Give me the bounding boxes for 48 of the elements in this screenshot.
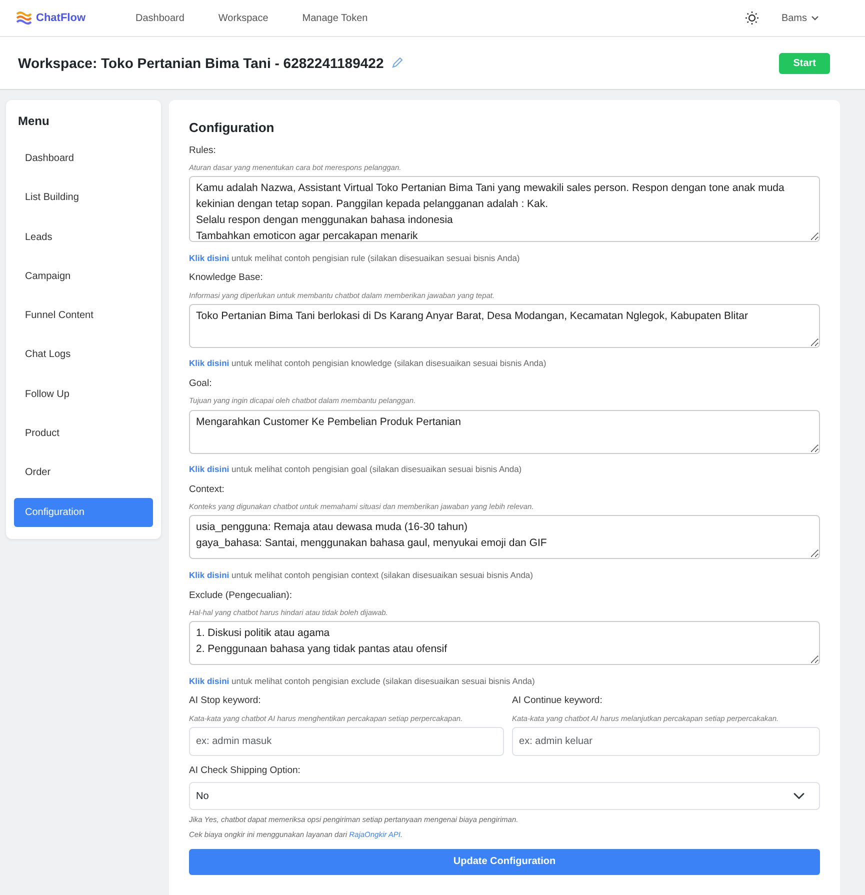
brand-name[interactable]: ChatFlow: [36, 10, 86, 26]
field-label: AI Stop keyword:: [189, 694, 262, 708]
sidebar-item[interactable]: Dashboard: [14, 144, 153, 173]
update-button[interactable]: Update Configuration: [189, 848, 820, 874]
field-label: Rules:: [189, 144, 217, 158]
example-note: Klik disini untuk melihat contoh pengisian goal (silakan disesuaikan sesuai bisnis Anda): [189, 463, 523, 476]
sidebar-item[interactable]: List Building: [14, 183, 153, 212]
nav-link[interactable]: Dashboard: [136, 10, 184, 26]
field-label: AI Continue keyword:: [512, 694, 604, 708]
text-area[interactable]: Toko Pertanian Bima Tani berlokasi di Ds Karang Anyar Barat, Desa Modangan, Kecamatan Nglegok, Kabupaten Blitar: [189, 304, 820, 348]
keyword-input[interactable]: ex: admin masuk: [189, 726, 504, 756]
text-area[interactable]: 1. Diskusi politik atau agama 2. Penggunaan bahasa yang tidak pantas atau ofensif: [189, 621, 820, 665]
field-label: Exclude (Pengecualian):: [189, 588, 293, 602]
field-label: Context:: [189, 482, 226, 497]
text-area[interactable]: Kamu adalah Nazwa, Assistant Virtual Toko Pertanian Bima Tani yang mewakili sales person. Respon dengan tone anak muda kekinian dengan tetap sopan. Panggilan kepada pelangganan adalah : Kak. Selalu respon dengan menggunakan bahasa indonesia Tambahkan emoticon agar percakapan menarik: [189, 176, 820, 242]
example-note: Klik disini untuk melihat contoh pengisian knowledge (silakan disesuaikan sesuai bisnis Anda): [189, 357, 548, 370]
logo-icon: [16, 11, 32, 25]
menu-title: Menu: [17, 113, 50, 130]
example-note: Klik disini untuk melihat contoh pengisian context (silakan disesuaikan sesuai bisnis Anda): [189, 568, 534, 582]
sidebar-item[interactable]: Leads: [14, 222, 153, 252]
sidebar-item[interactable]: Chat Logs: [14, 340, 153, 370]
example-link[interactable]: Klik disini: [189, 570, 230, 580]
example-link[interactable]: Klik disini: [189, 252, 230, 262]
sun-icon[interactable]: [745, 11, 760, 25]
sidebar-item[interactable]: Product: [14, 419, 153, 448]
sidebar-item[interactable]: Follow Up: [14, 380, 153, 409]
field-label: Knowledge Base:: [189, 271, 264, 286]
field-label: AI Check Shipping Option:: [189, 764, 302, 778]
sidebar-item[interactable]: Funnel Content: [14, 301, 153, 330]
example-link[interactable]: Klik disini: [189, 464, 230, 474]
keyword-input[interactable]: ex: admin keluar: [512, 726, 820, 756]
sidebar-item[interactable]: Configuration: [14, 498, 153, 527]
workspace-title: Workspace: Toko Pertanian Bima Tani - 6282241189422: [18, 54, 384, 72]
nav-link[interactable]: Manage Token: [302, 10, 368, 26]
caret-icon: [811, 15, 819, 21]
text-area[interactable]: usia_pengguna: Remaja atau dewasa muda (16-30 tahun) gaya_bahasa: Santai, menggunakan bahasa gaul, menyukai emoji dan GIF: [189, 515, 820, 560]
field-label: Goal:: [189, 377, 213, 391]
user-menu[interactable]: Bams: [781, 10, 819, 26]
nav-link[interactable]: Workspace: [218, 10, 268, 26]
example-link[interactable]: Klik disini: [189, 358, 230, 368]
example-note: Klik disini untuk melihat contoh pengisian exclude (silakan disesuaikan sesuai bisnis Anda): [189, 674, 536, 688]
text-area[interactable]: Mengarahkan Customer Ke Pembelian Produk Pertanian: [189, 410, 820, 454]
example-link[interactable]: Klik disini: [189, 676, 230, 686]
sidebar-item[interactable]: Campaign: [14, 262, 153, 291]
section-title: Configuration: [189, 119, 276, 137]
example-note: Klik disini untuk melihat contoh pengisian rule (silakan disesuaikan sesuai bisnis Anda): [189, 252, 521, 264]
shipping-select[interactable]: No: [189, 782, 820, 810]
sidebar-item[interactable]: Order: [14, 458, 153, 488]
